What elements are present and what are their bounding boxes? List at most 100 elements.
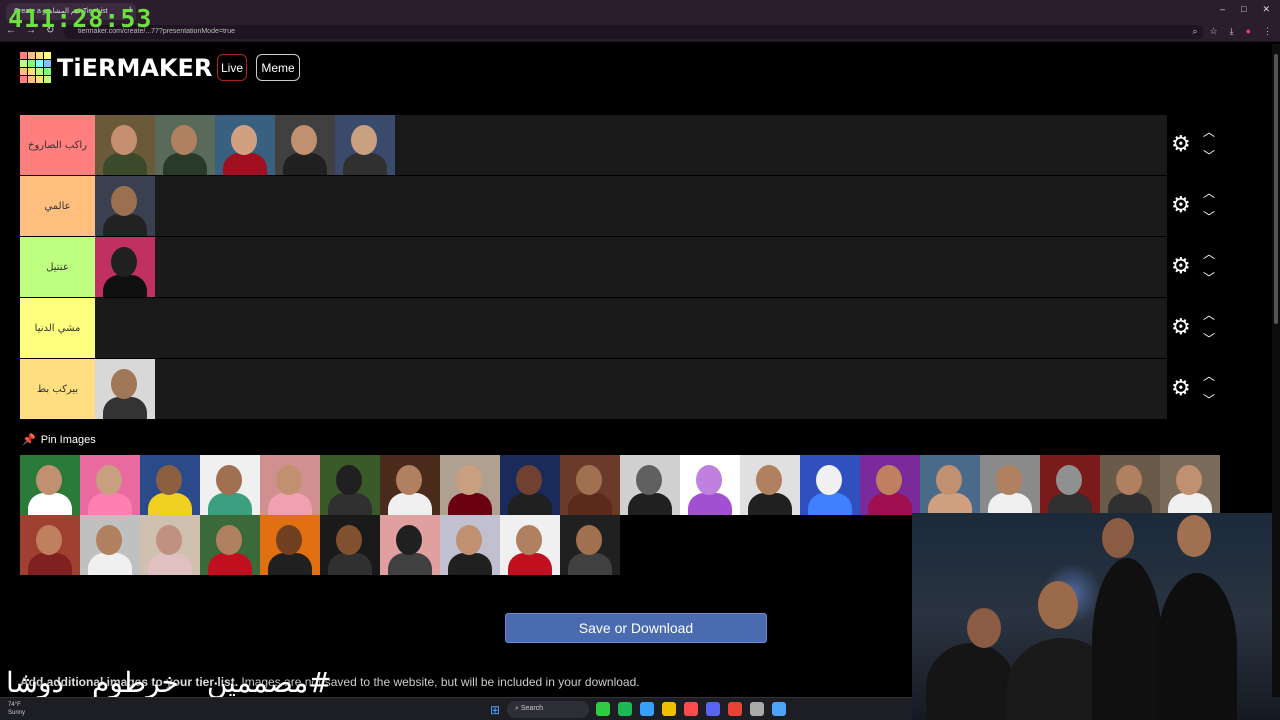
chevron-up-icon[interactable]: ︿ <box>1203 126 1215 138</box>
chevron-down-icon[interactable]: ﹀ <box>1203 211 1215 223</box>
pool-image[interactable] <box>740 455 800 515</box>
pool-image[interactable] <box>320 455 380 515</box>
profile-icon[interactable]: ● <box>1246 26 1251 37</box>
chevron-up-icon[interactable]: ︿ <box>1203 309 1215 321</box>
thumb-body <box>148 493 192 515</box>
pin-images[interactable]: 📌 Pin Images <box>22 433 96 447</box>
taskbar-app-icon[interactable] <box>662 702 676 716</box>
maximize-button[interactable]: □ <box>1241 4 1246 15</box>
pool-image[interactable] <box>560 455 620 515</box>
taskbar-app-icon[interactable] <box>728 702 742 716</box>
chevron-down-icon[interactable]: ﹀ <box>1203 150 1215 162</box>
page-scrollbar[interactable] <box>1272 44 1280 697</box>
tier-label[interactable]: راكب الصاروخ <box>20 115 95 175</box>
tier-image[interactable] <box>95 176 155 236</box>
tier-label[interactable]: عالمي <box>20 176 95 236</box>
thumb-face <box>516 465 542 495</box>
thumb-face <box>156 465 182 495</box>
windows-start-icon[interactable]: ⊞ <box>490 703 500 717</box>
scrollbar-thumb[interactable] <box>1274 54 1278 324</box>
pool-image[interactable] <box>320 515 380 575</box>
taskbar-search[interactable]: ⌕ Search <box>507 701 589 718</box>
tier-items[interactable] <box>95 298 1167 358</box>
pool-image[interactable] <box>260 455 320 515</box>
pool-image[interactable] <box>620 455 680 515</box>
pool-image[interactable] <box>500 515 560 575</box>
tiermaker-logo[interactable]: TiERMAKER <box>20 52 212 83</box>
tier-list: راكب الصاروخ عالمي عنتيل مشي الدنيا بيركب بط <box>20 115 1167 420</box>
pool-image[interactable] <box>800 455 860 515</box>
gear-icon[interactable]: ⚙ <box>1171 255 1193 277</box>
live-button[interactable]: Live <box>217 54 247 81</box>
gear-icon[interactable]: ⚙ <box>1171 133 1193 155</box>
thumb-face <box>216 465 242 495</box>
pool-image[interactable] <box>140 455 200 515</box>
chevron-down-icon[interactable]: ﹀ <box>1203 333 1215 345</box>
pool-image[interactable] <box>380 515 440 575</box>
tier-image[interactable] <box>95 237 155 297</box>
pool-image[interactable] <box>1160 455 1220 515</box>
tier-image[interactable] <box>335 115 395 175</box>
pool-image[interactable] <box>200 455 260 515</box>
taskbar-app-icon[interactable] <box>706 702 720 716</box>
pool-image[interactable] <box>440 455 500 515</box>
pool-image[interactable] <box>200 515 260 575</box>
zoom-icon[interactable]: ⌕ <box>1192 26 1197 37</box>
tier-image[interactable] <box>215 115 275 175</box>
tier-items[interactable] <box>95 115 1167 175</box>
tier-image[interactable] <box>275 115 335 175</box>
pool-image[interactable] <box>80 515 140 575</box>
minimize-button[interactable]: – <box>1220 4 1225 15</box>
thumb-body <box>208 493 252 515</box>
pool-image[interactable] <box>680 455 740 515</box>
pool-image[interactable] <box>140 515 200 575</box>
pool-image[interactable] <box>380 455 440 515</box>
taskbar-app-icon[interactable] <box>596 702 610 716</box>
pool-image[interactable] <box>920 455 980 515</box>
chevron-up-icon[interactable]: ︿ <box>1203 187 1215 199</box>
chevron-down-icon[interactable]: ﹀ <box>1203 272 1215 284</box>
pool-image[interactable] <box>440 515 500 575</box>
download-icon[interactable]: ⤓ <box>1230 26 1234 37</box>
tier-label[interactable]: عنتيل <box>20 237 95 297</box>
thumb-body <box>448 493 492 515</box>
chevron-down-icon[interactable]: ﹀ <box>1203 394 1215 406</box>
tier-items[interactable] <box>95 176 1167 236</box>
save-download-button[interactable]: Save or Download <box>505 613 767 643</box>
gear-icon[interactable]: ⚙ <box>1171 316 1193 338</box>
tier-label[interactable]: مشي الدنيا <box>20 298 95 358</box>
pool-image[interactable] <box>260 515 320 575</box>
chevron-up-icon[interactable]: ︿ <box>1203 370 1215 382</box>
taskbar-app-icon[interactable] <box>640 702 654 716</box>
weather-widget[interactable]: 74°F Sunny <box>8 701 25 717</box>
tier-label[interactable]: بيركب بط <box>20 359 95 419</box>
meme-button[interactable]: Meme <box>256 54 300 81</box>
pool-image[interactable] <box>1040 455 1100 515</box>
tier-image[interactable] <box>95 115 155 175</box>
tier-items[interactable] <box>95 237 1167 297</box>
pool-image[interactable] <box>500 455 560 515</box>
tier-image[interactable] <box>95 359 155 419</box>
tier-image[interactable] <box>155 115 215 175</box>
webcam-head-1 <box>967 608 1001 648</box>
address-input[interactable]: tiermaker.com/create/...77?presentationM… <box>64 25 1204 39</box>
pool-image[interactable] <box>20 455 80 515</box>
close-button[interactable]: ✕ <box>1262 4 1270 15</box>
pool-image[interactable] <box>560 515 620 575</box>
taskbar-app-icon[interactable] <box>750 702 764 716</box>
taskbar-app-icon[interactable] <box>684 702 698 716</box>
taskbar-app-icon[interactable] <box>772 702 786 716</box>
gear-icon[interactable]: ⚙ <box>1171 194 1193 216</box>
chevron-up-icon[interactable]: ︿ <box>1203 248 1215 260</box>
gear-icon[interactable]: ⚙ <box>1171 377 1193 399</box>
pool-image[interactable] <box>980 455 1040 515</box>
pool-image[interactable] <box>80 455 140 515</box>
taskbar-app-icon[interactable] <box>618 702 632 716</box>
pin-images-label: Pin Images <box>40 433 96 446</box>
pool-image[interactable] <box>860 455 920 515</box>
pool-image[interactable] <box>20 515 80 575</box>
tier-items[interactable] <box>95 359 1167 419</box>
menu-icon[interactable]: ⋮ <box>1263 26 1272 37</box>
pool-image[interactable] <box>1100 455 1160 515</box>
bookmark-star-icon[interactable]: ☆ <box>1210 26 1218 37</box>
